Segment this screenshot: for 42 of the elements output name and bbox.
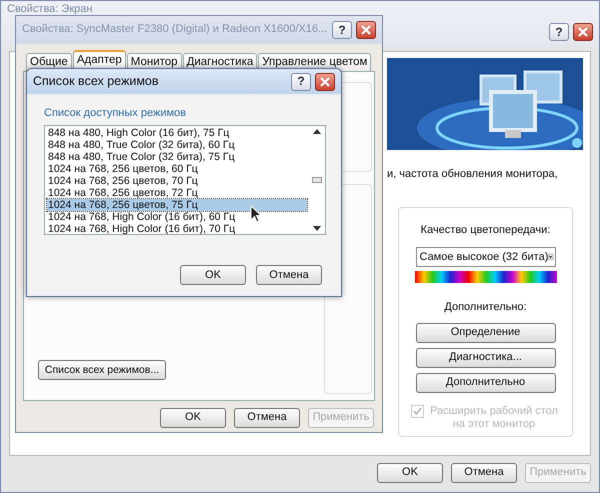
scroll-down-icon[interactable] — [313, 226, 321, 232]
close-icon — [361, 25, 371, 35]
dialog-button[interactable]: Отмена — [256, 265, 322, 286]
color-quality-dropdown[interactable]: Самое высокое (32 бита) — [416, 247, 556, 268]
window-title: Свойства: Экран — [7, 3, 92, 16]
section-label: Дополнительно: — [444, 301, 527, 315]
window-title: Список всех режимов — [33, 74, 160, 89]
panel-button[interactable]: Дополнительно — [416, 372, 556, 393]
dialog-button[interactable]: OK — [377, 463, 443, 483]
list-item[interactable]: 1024 на 768, High Color (16 бит), 70 Гц — [47, 223, 307, 236]
list-item[interactable]: 1024 на 768, 256 цветов, 60 Гц — [47, 163, 307, 176]
list-item[interactable]: 1024 на 768, 256 цветов, 70 Гц — [47, 175, 307, 188]
close-icon — [320, 76, 330, 86]
list-item[interactable]: 1024 на 768, 256 цветов, 72 Гц — [47, 187, 307, 200]
cursor-icon — [250, 205, 262, 223]
field-label: Качество цветопередачи: — [420, 224, 550, 238]
dialog-button[interactable]: OK — [180, 265, 246, 286]
help-button[interactable]: ? — [549, 23, 569, 41]
list-label: Список доступных режимов — [44, 107, 187, 120]
list-item[interactable]: 848 на 480, True Color (32 бита), 75 Гц — [47, 151, 307, 164]
list-item[interactable]: 1024 на 768, High Color (16 бит), 60 Гц — [47, 211, 307, 224]
close-icon — [578, 27, 588, 37]
dialog-button[interactable]: Отмена — [234, 408, 300, 428]
help-button[interactable]: ? — [291, 72, 311, 90]
list-modes-button[interactable]: Список всех режимов... — [38, 360, 166, 380]
checkbox-label: Расширить рабочий стол на этот монитор — [429, 404, 559, 431]
panel-button[interactable]: Диагностика... — [416, 348, 556, 368]
modes-list[interactable] — [44, 125, 326, 236]
list-item[interactable]: 848 на 480, True Color (32 бита), 60 Гц — [47, 139, 307, 152]
window-title: Свойства: SyncMaster F2380 (Digital) и Radeon X1600/X16... — [22, 23, 328, 37]
help-button[interactable]: ? — [332, 21, 352, 39]
scroll-thumb[interactable] — [312, 177, 322, 184]
dialog-button[interactable]: OK — [160, 408, 226, 428]
list-item[interactable]: 848 на 480, High Color (16 бит), 75 Гц — [47, 127, 307, 140]
list-item[interactable]: 1024 на 768, 256 цветов, 75 Гц — [47, 199, 307, 212]
close-button[interactable] — [315, 72, 335, 90]
panel-button[interactable]: Определение — [416, 322, 556, 343]
dialog-button[interactable]: Отмена — [451, 463, 517, 483]
close-button[interactable] — [573, 23, 593, 41]
scroll-up-icon[interactable] — [313, 129, 321, 134]
close-button[interactable] — [356, 21, 376, 39]
description-text: и, частота обновления монитора, — [387, 168, 559, 182]
